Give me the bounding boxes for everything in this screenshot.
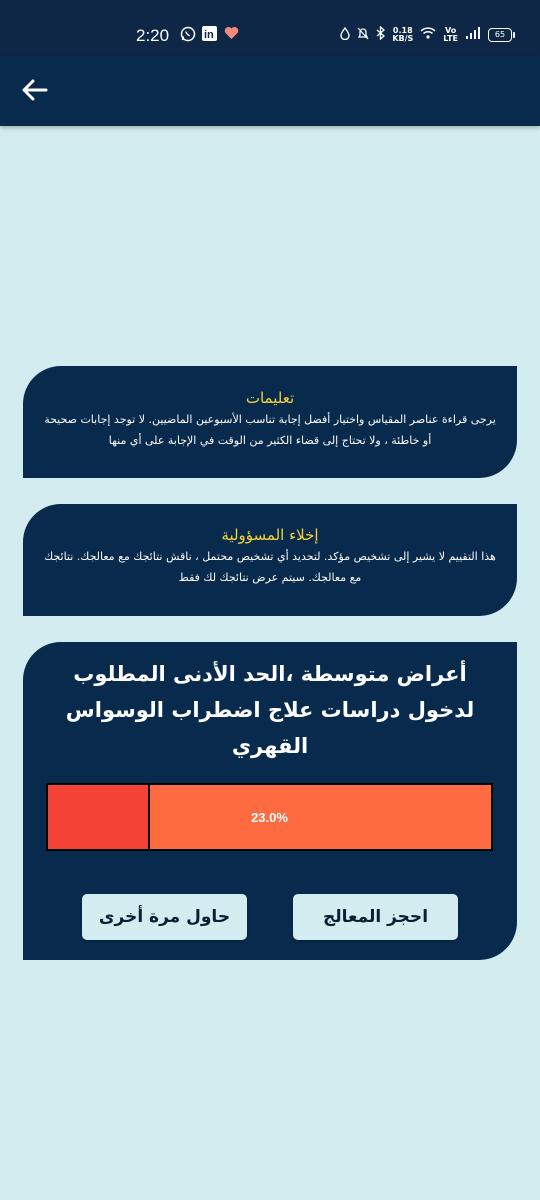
instructions-card: تعليمات يرجى قراءة عناصر المقياس واختيار… xyxy=(23,366,517,478)
battery-icon: 65 xyxy=(488,27,515,42)
disclaimer-card: إخلاء المسؤولية هذا التقييم لا يشير إلى … xyxy=(23,504,517,616)
disclaimer-body: هذا التقييم لا يشير إلى تشخيص مؤكد. لتحد… xyxy=(44,550,496,584)
score-progress-label: 23.0% xyxy=(251,809,288,825)
wifi-icon xyxy=(420,27,436,42)
status-time: 2:20 xyxy=(136,26,170,45)
whatsapp-icon xyxy=(180,26,196,47)
svg-text:in: in xyxy=(204,29,214,41)
try-again-button[interactable]: حاول مرة أخرى xyxy=(82,894,247,940)
bell-off-icon xyxy=(357,27,369,43)
book-therapist-button[interactable]: احجز المعالج xyxy=(293,894,458,940)
disclaimer-title: إخلاء المسؤولية xyxy=(221,526,319,544)
result-card: أعراض متوسطة ،الحد الأدنى المطلوب لدخول … xyxy=(23,642,517,960)
linkedin-icon: in xyxy=(202,26,217,46)
status-bar: 2:20 in 0.18 KB/S Vo LTE 65 xyxy=(0,0,540,56)
instructions-body: يرجى قراءة عناصر المقياس واختيار أفضل إج… xyxy=(44,413,496,447)
battery-level: 65 xyxy=(494,29,506,39)
score-progress-bar: 23.0% xyxy=(46,783,493,851)
network-speed: 0.18 KB/S xyxy=(392,26,414,43)
drop-icon xyxy=(340,26,351,43)
result-heading: أعراض متوسطة ،الحد الأدنى المطلوب لدخول … xyxy=(65,662,475,758)
instructions-title: تعليمات xyxy=(245,389,295,407)
volte-indicator: Vo LTE xyxy=(443,26,458,43)
signal-icon xyxy=(465,27,481,42)
bluetooth-icon xyxy=(376,25,386,43)
back-button[interactable] xyxy=(20,72,54,108)
app-bar xyxy=(0,56,540,126)
arrow-left-icon xyxy=(20,79,50,112)
network-speed-unit: KB/S xyxy=(392,33,414,43)
volte-label-bottom: LTE xyxy=(443,33,458,43)
heart-icon xyxy=(224,26,239,45)
